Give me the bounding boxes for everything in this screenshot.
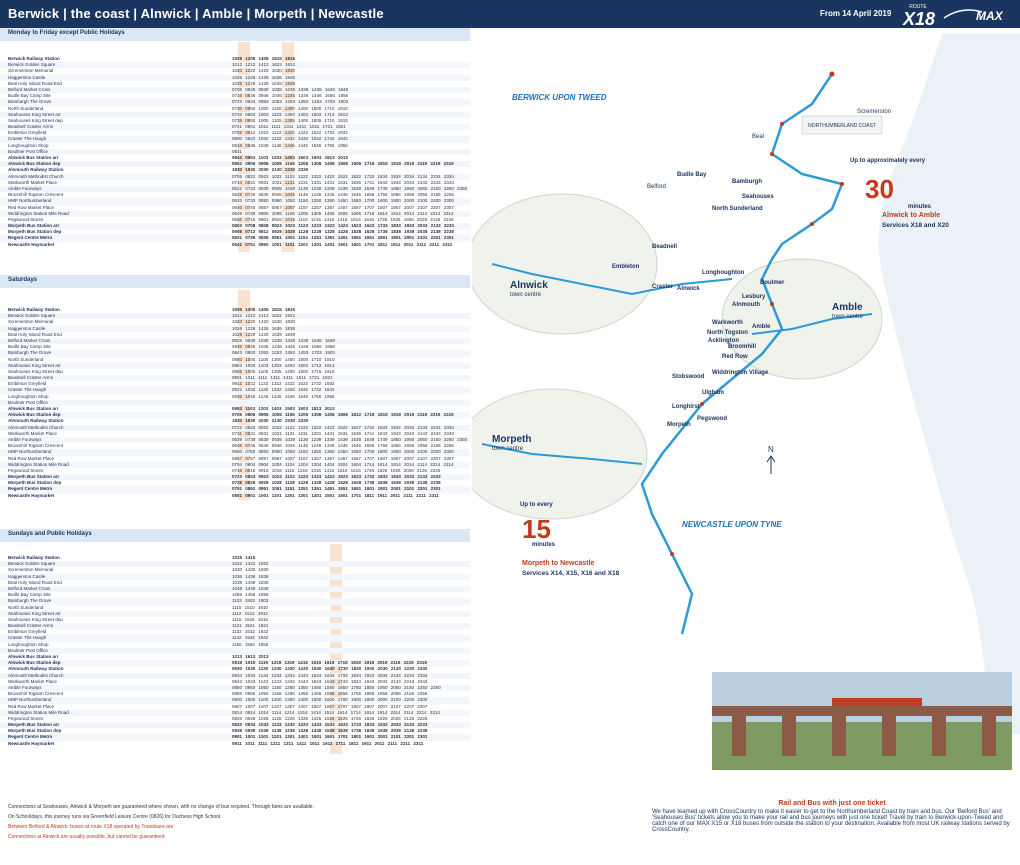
callout-services-x14: Services X14, X15, X16 and X18: [522, 570, 620, 577]
map-label-pegswood: Pegswood: [697, 416, 728, 422]
note-connections: Connections at Seahouses, Alnwick & Morp…: [8, 804, 314, 810]
route-number: X18: [903, 9, 936, 29]
rail-bus-panel: Rail and Bus with just one ticket We hav…: [652, 800, 1012, 833]
coast-logo-text: NORTHUMBERLAND COAST: [808, 123, 876, 129]
map-label-alnmouth: Alnmouth: [732, 302, 760, 308]
frequency-30: 30: [865, 174, 894, 204]
frequency-minutes: minutes: [908, 204, 932, 210]
stop-times: 0911 1011 1111 1211 1311 1411 1511 1611 …: [232, 740, 424, 746]
weekday-section-title: Monday to Friday except Public Holidays: [8, 30, 125, 36]
morpeth-inset: [456, 388, 648, 520]
rail-text: We have teamed up with CrossCountry to m…: [652, 809, 1010, 833]
note-travelsure: Between Belford & Alnwick: buses at rout…: [8, 824, 174, 830]
map-label-berwick: BERWICK UPON TWEED: [512, 93, 607, 102]
map-label-north-sunderland: North Sunderland: [712, 206, 763, 212]
max-logo: MAX: [943, 9, 1004, 23]
stop-marker-beal: [780, 122, 784, 126]
map-label-togston: North Togston: [707, 330, 748, 336]
page-title: Berwick | the coast | Alnwick | Amble | …: [8, 6, 384, 21]
map-label-longhirst: Longhirst: [672, 404, 700, 410]
footnotes: Connections at Seahouses, Alnwick & Morp…: [8, 804, 438, 844]
stop-marker-widdrington: [700, 402, 704, 406]
stop-marker-newcastle: [670, 552, 674, 556]
saturday-section-header: Saturdays: [0, 275, 470, 288]
stop-marker-bamburgh: [840, 182, 844, 186]
map-label-morpeth-town: Morpeth: [492, 434, 532, 445]
saturday-timetable: Berwick Railway Station 1005 1205 1405 16…: [0, 307, 470, 499]
map-label-budle: Budle Bay: [677, 172, 707, 178]
viaduct-photo: [712, 672, 1012, 770]
map-label-seahouses: Seahouses: [742, 194, 774, 200]
map-label-newcastle: NEWCASTLE UPON TYNE: [682, 520, 782, 529]
stop-marker-belford: [770, 152, 774, 156]
stop-marker-beadnell: [810, 222, 814, 226]
frequency-minutes2: minutes: [532, 542, 556, 548]
map-label-beal: Beal: [752, 134, 765, 140]
stop-name: Newcastle Haymarket: [8, 492, 55, 498]
frequency-label-south: Up to every: [520, 502, 553, 508]
callout-services-x18-x20: Services X18 and X20: [882, 222, 949, 229]
map-label-embleton: Embleton: [612, 264, 640, 270]
timetable-row: Newcastle Haymarket 0911 1011 1111 1211 1…: [0, 741, 470, 747]
frequency-label-north: Up to approximately every: [850, 158, 926, 164]
route-map: NORTHUMBERLAND COAST N BERWICK UPON TWEE…: [456, 34, 1020, 734]
sunday-timetable: Berwick Railway Station 1015 1415 Berwick …: [0, 555, 470, 747]
map-label-morpeth: Morpeth: [667, 422, 691, 428]
note-schooldays: On Schooldays, this journey runs via Gre…: [8, 814, 222, 820]
map-label-lesbury: Lesbury: [742, 294, 766, 300]
map-label-alnwick-sub: town centre: [510, 292, 542, 298]
map-label-belford: Belford: [647, 184, 667, 190]
north-arrow-icon: N: [768, 445, 774, 454]
stop-times: 0801 0901 1001 1101 1201 1301 1401 1501 …: [232, 492, 439, 498]
callout-alnwick-amble: Alnwick to Amble: [882, 212, 941, 219]
map-label-widdrington: Widdrington Village: [712, 370, 769, 376]
rail-heading: Rail and Bus with just one ticket: [778, 800, 886, 807]
map-label-beadnell: Beadnell: [652, 244, 678, 250]
callout-morpeth-newcastle: Morpeth to Newcastle: [522, 560, 595, 567]
stop-times: 0641 0751 0850 1001 1101 1201 1301 1401 …: [232, 241, 453, 247]
map-label-longhoughton: Longhoughton: [702, 270, 745, 276]
header-bar: Berwick | the coast | Alnwick | Amble | …: [0, 0, 1020, 28]
route-map-svg: NORTHUMBERLAND COAST N: [456, 34, 1020, 734]
stop-name: Newcastle Haymarket: [8, 740, 55, 746]
stop-name: Newcastle Haymarket: [8, 241, 55, 247]
map-label-warkworth: Warkworth: [712, 320, 743, 326]
effective-date: From 14 April 2019: [820, 9, 892, 18]
note-alnwick: Connections at Alnwick are usually possi…: [8, 834, 165, 840]
timetable-row: Newcastle Haymarket 0801 0901 1001 1101 1…: [0, 493, 470, 499]
frequency-15: 15: [522, 514, 551, 544]
map-label-boulmer: Boulmer: [760, 280, 785, 286]
map-label-bamburgh: Bamburgh: [732, 179, 762, 185]
stop-marker-berwick: [829, 71, 835, 77]
saturday-section-title: Saturdays: [8, 277, 38, 283]
map-label-alnwick-town: Alnwick: [510, 280, 548, 291]
sunday-section-title: Sundays and Public Holidays: [8, 531, 92, 537]
map-label-stobswood: Stobswood: [672, 374, 705, 380]
north-arrow-icon: [766, 455, 776, 474]
weekday-section-header: Monday to Friday except Public Holidays: [0, 28, 470, 41]
map-label-amble-town: Amble: [832, 302, 863, 313]
timetable-row: Newcastle Haymarket 0641 0751 0850 1001 1…: [0, 242, 470, 248]
map-label-amble-sub: town centre: [832, 314, 864, 320]
route-badge: ROUTE X18: [903, 4, 936, 30]
map-label-alnwick: Alnwick: [677, 286, 700, 292]
map-label-red-row: Red Row: [722, 354, 748, 360]
weekday-timetable: Berwick Railway Station 1005 1205 1405 16…: [0, 56, 470, 248]
map-label-amble: Amble: [752, 324, 771, 330]
map-label-morpeth-sub: town centre: [492, 446, 524, 452]
map-label-craster: Craster: [652, 284, 674, 290]
sunday-section-header: Sundays and Public Holidays: [0, 529, 470, 542]
map-label-scremerston: Scremerston: [857, 109, 892, 115]
map-label-ulgham: Ulgham: [702, 390, 725, 396]
stop-marker-alnmouth: [770, 302, 774, 306]
map-label-broomhill: Broomhill: [728, 344, 756, 350]
logo-text: MAX: [976, 9, 1004, 23]
